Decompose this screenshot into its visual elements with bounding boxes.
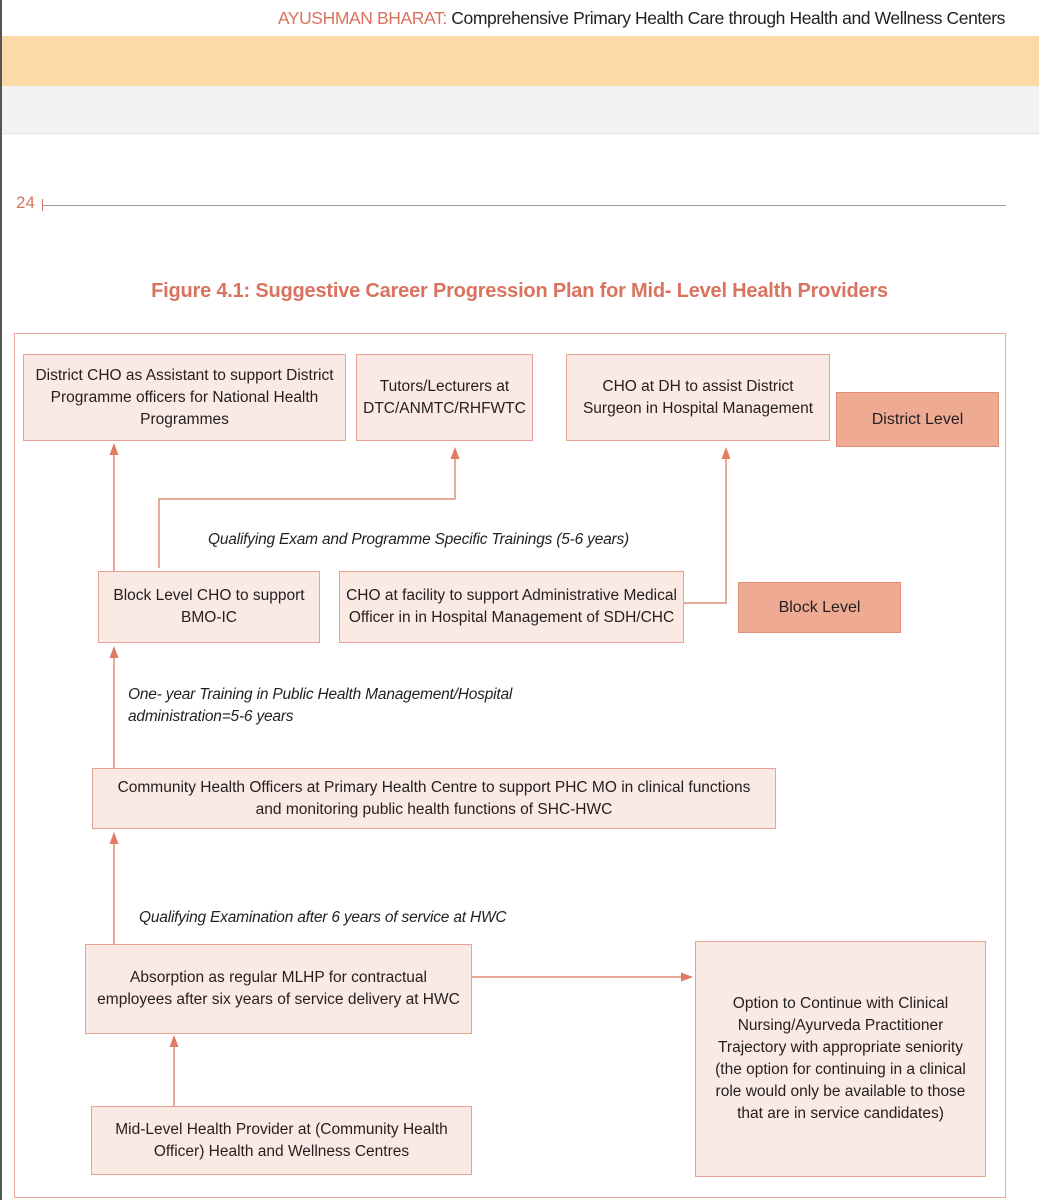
node-cho-at-facility: CHO at facility to support Administrativ… <box>339 571 684 643</box>
node-mlhp-at-hwc-label: Mid-Level Health Provider at (Community … <box>115 1120 448 1160</box>
caption-qualifying-exam-hwc: Qualifying Examination after 6 years of … <box>139 909 507 926</box>
node-district-cho-assistant-label: District CHO as Assistant to support Dis… <box>35 366 334 428</box>
running-header: AYUSHMAN BHARAT: Comprehensive Primary H… <box>277 8 1006 29</box>
header-subtitle: Comprehensive Primary Health Care throug… <box>451 8 1005 28</box>
header-brand: AYUSHMAN BHARAT: <box>277 8 447 28</box>
node-block-level-cho-label: Block Level CHO to support BMO-IC <box>113 587 305 626</box>
page-number: 24 <box>16 193 35 212</box>
node-mlhp-at-hwc: Mid-Level Health Provider at (Community … <box>91 1106 472 1175</box>
caption-qualifying-exam-trainings: Qualifying Exam and Programme Specific T… <box>208 531 630 548</box>
node-tutors-lecturers: Tutors/Lecturers at DTC/ANMTC/RHFWTC <box>356 354 533 441</box>
node-cho-at-dh: CHO at DH to assist District Surgeon in … <box>566 354 830 441</box>
caption-one-year-training-line1: One- year Training in Public Health Mana… <box>128 686 513 703</box>
node-cho-at-facility-label: CHO at facility to support Administrativ… <box>346 587 677 626</box>
caption-one-year-training-line2: administration=5-6 years <box>128 708 294 725</box>
window-left-edge <box>0 0 2 1200</box>
node-absorption-mlhp: Absorption as regular MLHP for contractu… <box>85 944 472 1034</box>
district-level-badge: District Level <box>836 392 999 447</box>
figure-title: Figure 4.1: Suggestive Career Progressio… <box>151 280 888 302</box>
header-band <box>2 36 1039 86</box>
node-block-level-cho: Block Level CHO to support BMO-IC <box>98 571 320 643</box>
node-cho-at-phc: Community Health Officers at Primary Hea… <box>92 768 776 829</box>
node-district-cho-assistant: District CHO as Assistant to support Dis… <box>23 354 346 441</box>
node-cho-at-phc-label: Community Health Officers at Primary Hea… <box>117 778 751 818</box>
header-gray-band <box>2 86 1039 134</box>
block-level-label: Block Level <box>778 598 861 616</box>
block-level-badge: Block Level <box>738 582 901 633</box>
node-clinical-option-label: Option to Continue with Clinical Nursing… <box>715 995 966 1122</box>
node-tutors-lecturers-label: Tutors/Lecturers at DTC/ANMTC/RHFWTC <box>363 377 526 417</box>
node-cho-at-dh-label: CHO at DH to assist District Surgeon in … <box>582 377 814 417</box>
page-rule <box>42 205 1006 206</box>
node-clinical-option: Option to Continue with Clinical Nursing… <box>695 941 986 1177</box>
node-absorption-mlhp-label: Absorption as regular MLHP for contractu… <box>97 969 460 1008</box>
district-level-label: District Level <box>871 410 964 428</box>
